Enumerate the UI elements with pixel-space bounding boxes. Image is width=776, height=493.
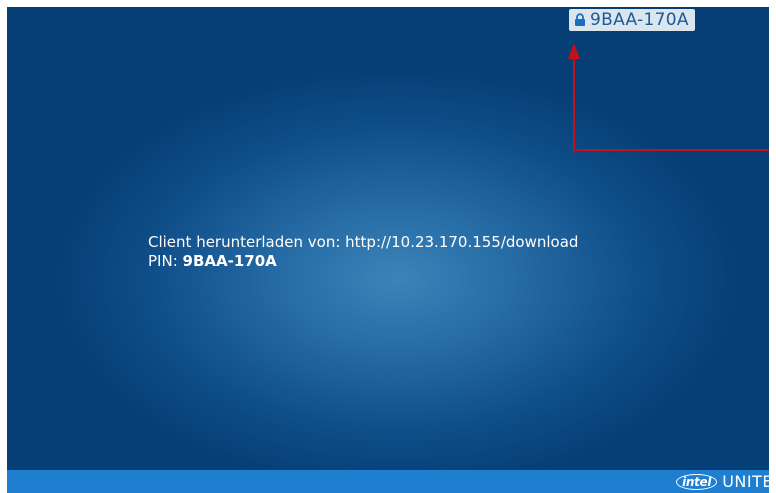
pin-badge: 9BAA-170A: [569, 9, 695, 31]
unite-display-screen: 9BAA-170A Client herunterladen von: http…: [7, 7, 769, 493]
pin-line: PIN: 9BAA-170A: [148, 252, 578, 271]
pin-label: PIN:: [148, 252, 178, 270]
lock-icon: [575, 13, 585, 26]
connection-info: Client herunterladen von: http://10.23.1…: [148, 233, 578, 271]
footer-bar: intel UNITE: [7, 470, 769, 493]
product-name: UNITE: [722, 472, 769, 491]
download-instructions: Client herunterladen von: http://10.23.1…: [148, 233, 579, 251]
brand-logo: intel UNITE: [676, 470, 769, 493]
annotation-arrow-line: [573, 59, 769, 151]
pin-value: 9BAA-170A: [182, 252, 277, 270]
intel-logo: intel: [676, 473, 718, 490]
window-frame: 9BAA-170A Client herunterladen von: http…: [0, 0, 776, 493]
pin-badge-text: 9BAA-170A: [590, 10, 689, 30]
annotation-arrow-head: [568, 43, 580, 59]
